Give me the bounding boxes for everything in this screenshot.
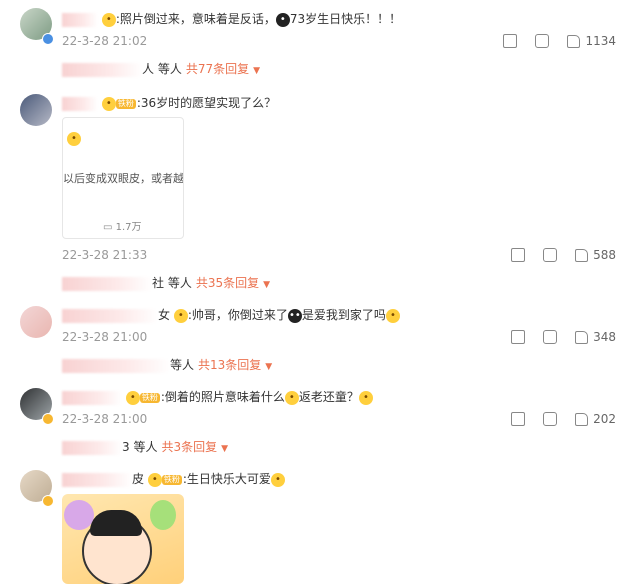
like-icon	[567, 34, 581, 48]
share-icon[interactable]	[511, 412, 526, 426]
comment-text: •:照片倒过来，意味着是反话， • 73岁生日快乐！！！	[62, 11, 401, 27]
like-icon	[575, 330, 589, 344]
emoji-icon: •	[270, 472, 285, 487]
verified-icon	[42, 495, 54, 507]
share-icon[interactable]	[503, 34, 518, 48]
card-footer: ▭ 1.7万	[103, 222, 142, 233]
fan-badge: 铁粉	[161, 474, 182, 485]
fan-badge: 铁粉	[115, 98, 136, 109]
quoted-card[interactable]: • 以后变成双眼皮，或者越 ▭ 1.7万	[62, 117, 184, 239]
share-icon[interactable]	[511, 248, 526, 262]
timestamp: 22-3-28 21:00	[62, 330, 148, 344]
comment-icon[interactable]	[535, 34, 550, 48]
comment-text: • 铁粉:36岁时的愿望实现了么？	[62, 95, 276, 111]
emoji-icon: •	[385, 308, 400, 323]
like-icon	[575, 412, 589, 426]
username-blurred[interactable]	[62, 472, 132, 487]
flower-shape	[64, 500, 94, 530]
username-blurred[interactable]	[62, 390, 122, 405]
chevron-down-icon: ▼	[263, 280, 271, 290]
like-button[interactable]: 202	[575, 412, 616, 426]
comment-icon[interactable]	[543, 412, 558, 426]
action-bar: 588	[511, 248, 616, 262]
replies-link[interactable]: 3 等人 共3条回复 ▼	[62, 438, 228, 455]
like-button[interactable]: 1134	[567, 34, 616, 48]
avatar[interactable]	[20, 94, 52, 126]
username-blurred[interactable]	[62, 12, 98, 27]
comment-icon[interactable]	[543, 330, 558, 344]
fan-badge: 铁粉	[139, 392, 160, 403]
action-bar: 1134	[503, 34, 616, 48]
comment-icon[interactable]	[543, 248, 558, 262]
action-bar: 202	[511, 412, 616, 426]
timestamp: 22-3-28 21:33	[62, 248, 148, 262]
card-text: 以后变成双眼皮，或者越	[63, 172, 184, 185]
username-blurred	[62, 358, 170, 373]
emoji-icon: •	[101, 12, 116, 27]
leaf-shape	[150, 500, 176, 530]
share-icon[interactable]	[511, 330, 526, 344]
replies-link[interactable]: 社 等人 共35条回复 ▼	[62, 274, 270, 291]
timestamp: 22-3-28 21:02	[62, 34, 148, 48]
like-button[interactable]: 588	[575, 248, 616, 262]
emoji-icon: •	[284, 390, 299, 405]
username-blurred	[62, 62, 142, 77]
timestamp: 22-3-28 21:00	[62, 412, 148, 426]
like-icon	[575, 248, 589, 262]
username-blurred[interactable]	[62, 96, 98, 111]
username-blurred	[62, 276, 152, 291]
verified-icon	[42, 33, 54, 45]
action-bar: 348	[511, 330, 616, 344]
emoji-icon: ••	[287, 308, 302, 323]
emoji-icon: •	[67, 132, 81, 146]
avatar[interactable]	[20, 306, 52, 338]
emoji-icon: •	[101, 96, 116, 111]
username-blurred	[62, 440, 122, 455]
emoji-icon: •	[275, 12, 290, 27]
emoji-icon: •	[173, 308, 188, 323]
comment-text: • 铁粉:倒着的照片意味着什么 • 返老还童？ •	[62, 389, 373, 405]
verified-icon	[42, 413, 54, 425]
comment-text: 皮 • 铁粉:生日快乐大可爱 •	[62, 471, 285, 487]
chevron-down-icon: ▼	[253, 66, 261, 76]
attached-image[interactable]	[62, 494, 184, 584]
chevron-down-icon: ▼	[265, 362, 273, 372]
cartoon-hair	[90, 510, 142, 536]
replies-link[interactable]: 等人 共13条回复 ▼	[62, 356, 272, 373]
emoji-icon: •	[358, 390, 373, 405]
username-blurred[interactable]	[62, 308, 158, 323]
like-button[interactable]: 348	[575, 330, 616, 344]
comment-text: 女 •:帅哥，你倒过来了••是爱我到家了吗 •	[62, 307, 400, 323]
emoji-icon: •	[147, 472, 162, 487]
replies-link[interactable]: 人 等人 共77条回复 ▼	[62, 60, 260, 77]
chevron-down-icon: ▼	[221, 444, 229, 454]
emoji-icon: •	[125, 390, 140, 405]
